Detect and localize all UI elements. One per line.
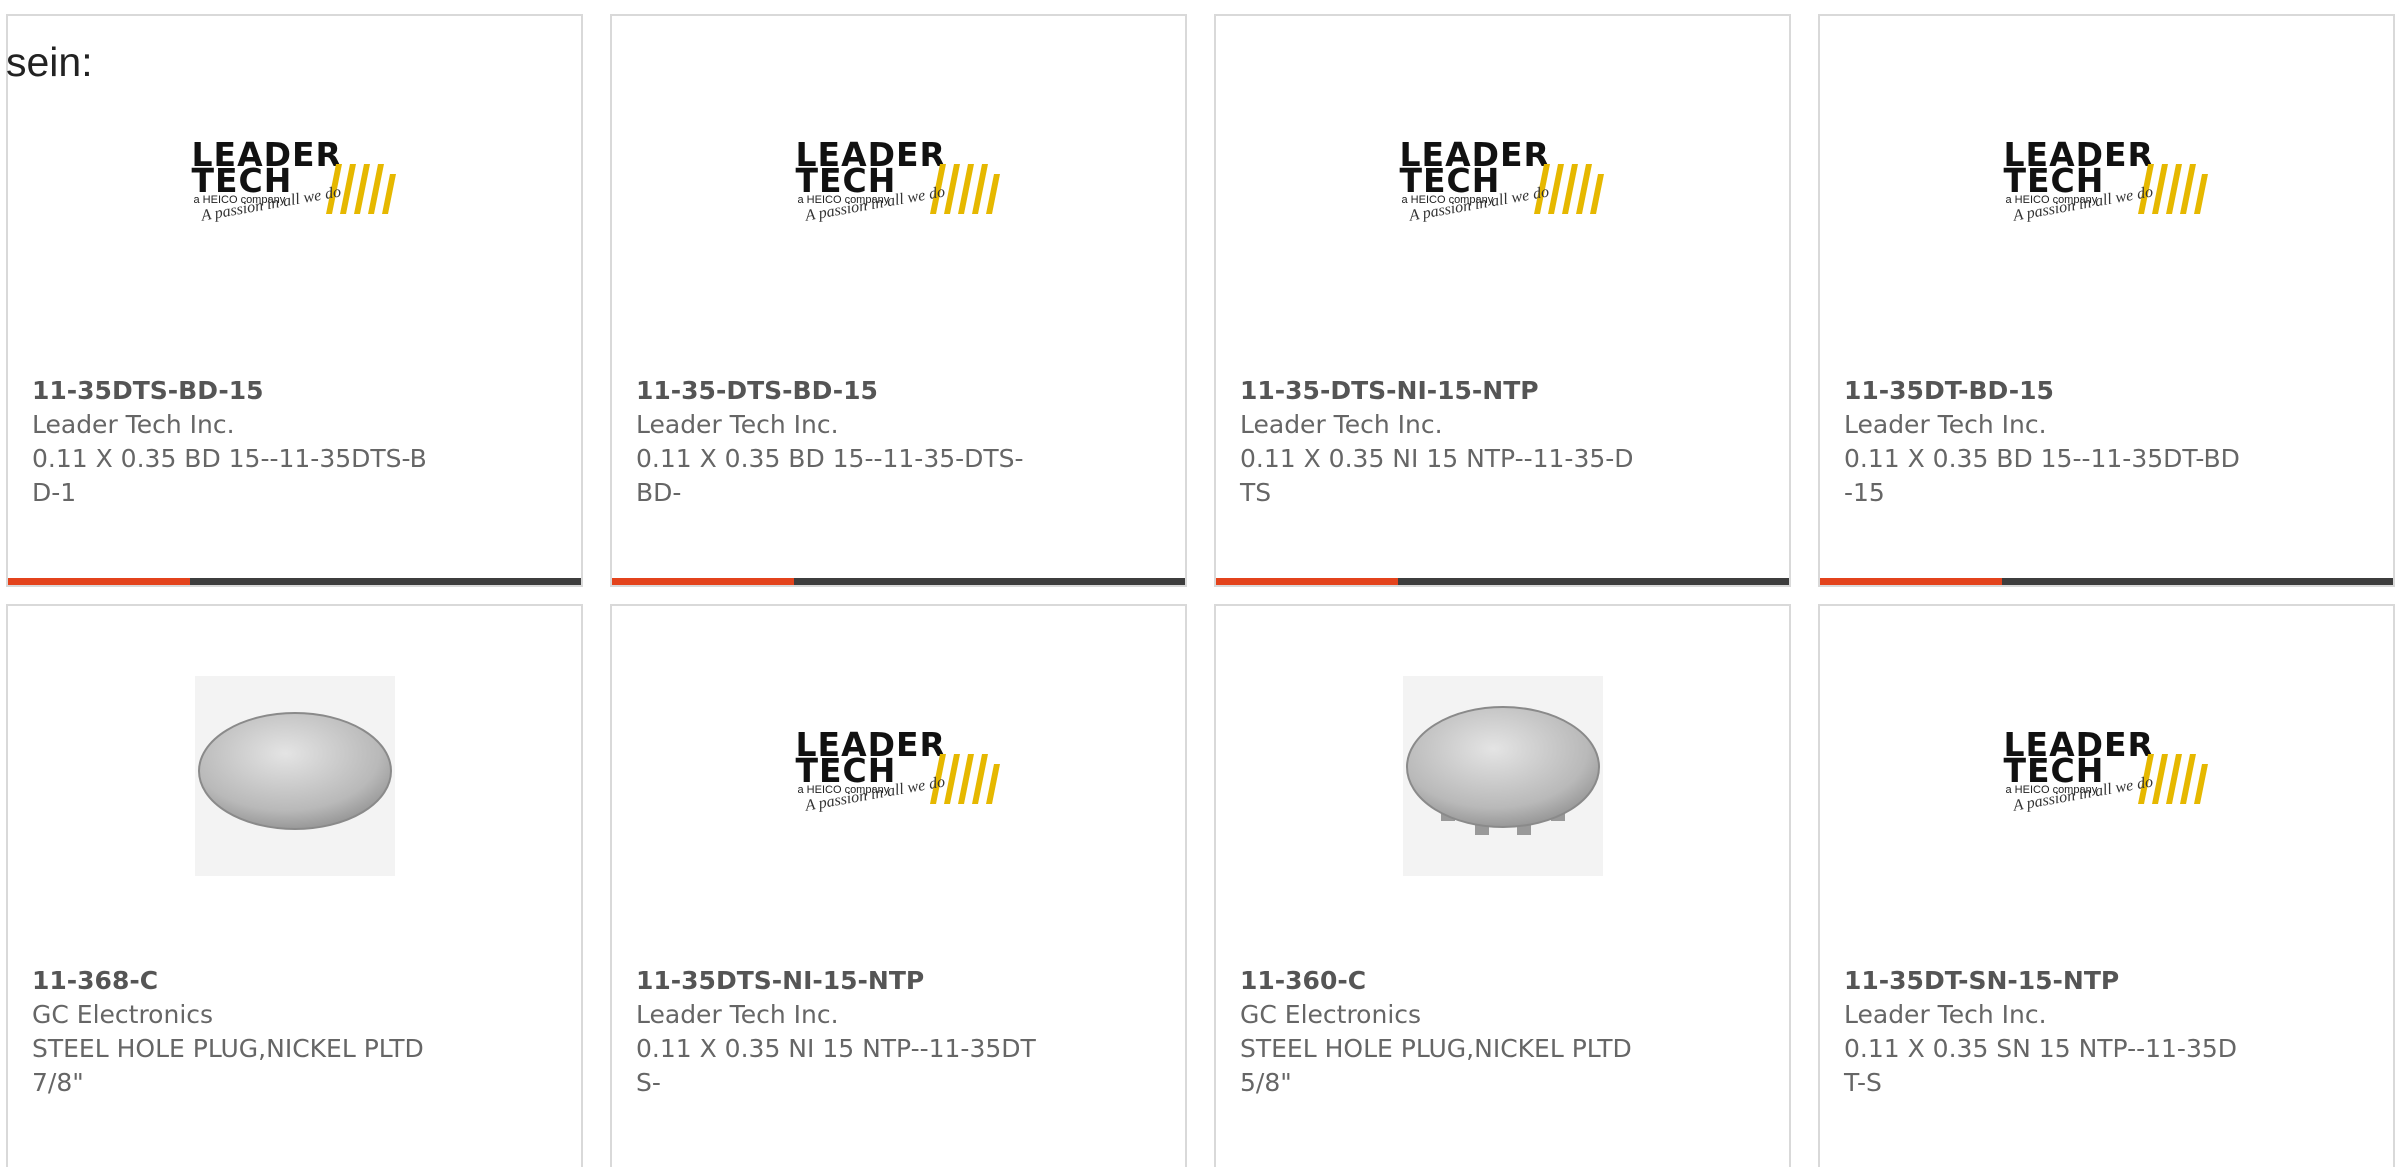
product-image[interactable]: LEADER TECH a HEICO company A passion in… bbox=[1820, 76, 2393, 296]
product-image[interactable] bbox=[1216, 666, 1789, 886]
manufacturer: Leader Tech Inc. bbox=[1844, 410, 2047, 439]
description: 0.11 X 0.35 BD 15--11-35DT-BD-15 bbox=[1844, 444, 2240, 507]
leader-tech-logo: LEADER TECH a HEICO company A passion in… bbox=[2004, 138, 2210, 234]
leader-tech-logo: LEADER TECH a HEICO company A passion in… bbox=[1400, 138, 1606, 234]
part-number[interactable]: 11-360-C bbox=[1240, 964, 1660, 998]
card-accent bbox=[8, 578, 190, 585]
product-card[interactable]: LEADER TECH a HEICO company A passion in… bbox=[610, 14, 1187, 587]
product-image[interactable]: LEADER TECH a HEICO company A passion in… bbox=[612, 76, 1185, 296]
card-accent bbox=[612, 578, 794, 585]
product-image[interactable]: LEADER TECH a HEICO company A passion in… bbox=[1820, 666, 2393, 886]
product-card[interactable]: LEADER TECH a HEICO company A passion in… bbox=[610, 604, 1187, 1167]
card-bar bbox=[612, 578, 1185, 585]
product-card[interactable]: LEADER TECH a HEICO company A passion in… bbox=[1214, 14, 1791, 587]
leader-tech-logo: LEADER TECH a HEICO company A passion in… bbox=[2004, 728, 2210, 824]
part-number[interactable]: 11-35DTS-NI-15-NTP bbox=[636, 964, 1056, 998]
description: STEEL HOLE PLUG,NICKEL PLTD 5/8" bbox=[1240, 1034, 1632, 1097]
part-number[interactable]: 11-35-DTS-NI-15-NTP bbox=[1240, 374, 1660, 408]
part-number[interactable]: 11-368-C bbox=[32, 964, 452, 998]
manufacturer: Leader Tech Inc. bbox=[32, 410, 235, 439]
description: 0.11 X 0.35 NI 15 NTP--11-35DTS- bbox=[636, 1034, 1036, 1097]
product-image[interactable]: LEADER TECH a HEICO company A passion in… bbox=[8, 76, 581, 296]
card-bar bbox=[1820, 578, 2393, 585]
hole-plug-photo bbox=[1402, 676, 1603, 876]
card-bar bbox=[8, 578, 581, 585]
product-card[interactable]: LEADER TECH a HEICO company A passion in… bbox=[6, 14, 583, 587]
leader-tech-logo: LEADER TECH a HEICO company A passion in… bbox=[192, 138, 398, 234]
description: STEEL HOLE PLUG,NICKEL PLTD 7/8" bbox=[32, 1034, 424, 1097]
leader-tech-logo: LEADER TECH a HEICO company A passion in… bbox=[796, 138, 1002, 234]
description: 0.11 X 0.35 SN 15 NTP--11-35DT-S bbox=[1844, 1034, 2238, 1097]
leader-tech-logo: LEADER TECH a HEICO company A passion in… bbox=[796, 728, 1002, 824]
manufacturer: GC Electronics bbox=[32, 1000, 214, 1029]
manufacturer: Leader Tech Inc. bbox=[1240, 410, 1443, 439]
part-number[interactable]: 11-35DT-BD-15 bbox=[1844, 374, 2264, 408]
product-image[interactable] bbox=[8, 666, 581, 886]
part-number[interactable]: 11-35DTS-BD-15 bbox=[32, 374, 452, 408]
hole-plug-photo bbox=[194, 676, 395, 876]
description: 0.11 X 0.35 BD 15--11-35-DTS-BD- bbox=[636, 444, 1024, 507]
description: 0.11 X 0.35 NI 15 NTP--11-35-DTS bbox=[1240, 444, 1634, 507]
card-bar bbox=[1216, 578, 1789, 585]
manufacturer: GC Electronics bbox=[1240, 1000, 1422, 1029]
product-image[interactable]: LEADER TECH a HEICO company A passion in… bbox=[1216, 76, 1789, 296]
card-accent bbox=[1820, 578, 2002, 585]
part-number[interactable]: 11-35-DTS-BD-15 bbox=[636, 374, 1056, 408]
product-card[interactable]: LEADER TECH a HEICO company A passion in… bbox=[1818, 604, 2395, 1167]
part-number[interactable]: 11-35DT-SN-15-NTP bbox=[1844, 964, 2264, 998]
intro-text: sein: bbox=[6, 39, 93, 85]
product-card[interactable]: 11-360-C GC Electronics STEEL HOLE PLUG,… bbox=[1214, 604, 1791, 1167]
manufacturer: Leader Tech Inc. bbox=[1844, 1000, 2047, 1029]
product-image[interactable]: LEADER TECH a HEICO company A passion in… bbox=[612, 666, 1185, 886]
card-accent bbox=[1216, 578, 1398, 585]
description: 0.11 X 0.35 BD 15--11-35DTS-BD-1 bbox=[32, 444, 427, 507]
manufacturer: Leader Tech Inc. bbox=[636, 410, 839, 439]
product-card[interactable]: 11-368-C GC Electronics STEEL HOLE PLUG,… bbox=[6, 604, 583, 1167]
product-card[interactable]: LEADER TECH a HEICO company A passion in… bbox=[1818, 14, 2395, 587]
manufacturer: Leader Tech Inc. bbox=[636, 1000, 839, 1029]
